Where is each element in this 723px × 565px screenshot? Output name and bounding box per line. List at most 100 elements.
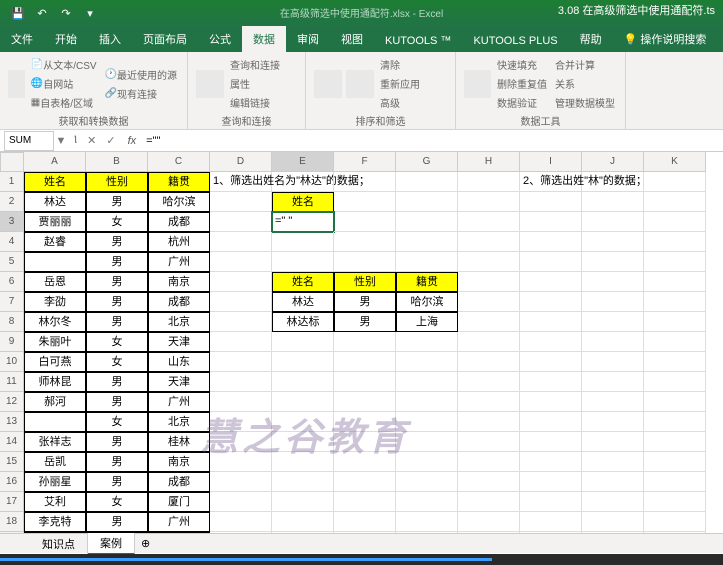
cell[interactable] (644, 472, 706, 492)
col-header-B[interactable]: B (86, 152, 148, 172)
cell[interactable] (272, 372, 334, 392)
col-header-C[interactable]: C (148, 152, 210, 172)
from-table-button[interactable]: ▦ 自表格/区域 (27, 93, 101, 112)
cell[interactable]: 北京 (148, 412, 210, 432)
cell[interactable] (644, 512, 706, 532)
properties-button[interactable]: 属性 (226, 74, 284, 93)
save-icon[interactable]: 💾 (9, 5, 27, 23)
cell[interactable]: 女 (86, 352, 148, 372)
tab-kutools[interactable]: KUTOOLS ™ (374, 30, 462, 52)
tab-kutools-plus[interactable]: KUTOOLS PLUS (462, 30, 568, 52)
cell[interactable]: 天津 (148, 372, 210, 392)
cell[interactable] (396, 252, 458, 272)
tell-me-search[interactable]: 💡 操作说明搜索 (613, 26, 718, 52)
cell[interactable] (458, 252, 520, 272)
sheet-tab-knowledge[interactable]: 知识点 (30, 534, 88, 554)
cell[interactable]: 李克特 (24, 512, 86, 532)
cell[interactable] (272, 352, 334, 372)
cell[interactable]: 姓名 (272, 192, 334, 212)
flash-fill-button[interactable]: 快速填充 (493, 55, 551, 74)
cell[interactable] (272, 392, 334, 412)
tab-insert[interactable]: 插入 (88, 26, 132, 52)
cell[interactable] (644, 332, 706, 352)
cell[interactable] (582, 472, 644, 492)
cell[interactable]: 山东 (148, 352, 210, 372)
cell[interactable]: 男 (86, 472, 148, 492)
row-header-11[interactable]: 11 (0, 372, 24, 392)
cell[interactable] (334, 212, 396, 232)
cell[interactable]: 女 (86, 492, 148, 512)
cell[interactable] (582, 412, 644, 432)
cell[interactable] (458, 452, 520, 472)
cell[interactable] (396, 452, 458, 472)
select-all-corner[interactable] (0, 152, 24, 172)
cell[interactable]: 南京 (148, 452, 210, 472)
cell[interactable] (396, 192, 458, 212)
row-header-7[interactable]: 7 (0, 292, 24, 312)
cell[interactable] (334, 412, 396, 432)
cell[interactable] (272, 472, 334, 492)
tab-data[interactable]: 数据 (242, 26, 286, 52)
cell[interactable] (396, 412, 458, 432)
name-box[interactable]: SUM (4, 131, 54, 151)
sheet-tab-example[interactable]: 案例 (88, 533, 135, 555)
cell[interactable]: 男 (86, 312, 148, 332)
cell[interactable] (396, 492, 458, 512)
cell[interactable] (24, 252, 86, 272)
cell[interactable]: 女 (86, 412, 148, 432)
cell[interactable] (644, 192, 706, 212)
cell[interactable] (334, 332, 396, 352)
cell[interactable] (458, 472, 520, 492)
get-data-icon[interactable] (8, 70, 25, 98)
cell[interactable] (644, 272, 706, 292)
cell[interactable]: 男 (86, 392, 148, 412)
cell[interactable] (644, 392, 706, 412)
cell[interactable] (582, 372, 644, 392)
cell[interactable]: 籍贯 (148, 172, 210, 192)
cell[interactable] (644, 452, 706, 472)
cell[interactable] (582, 452, 644, 472)
col-header-I[interactable]: I (520, 152, 582, 172)
cell[interactable]: 广州 (148, 392, 210, 412)
cell[interactable] (520, 332, 582, 352)
cell[interactable] (644, 212, 706, 232)
cell[interactable]: 男 (86, 232, 148, 252)
remove-dup-button[interactable]: 删除重复值 (493, 74, 551, 93)
cell[interactable] (334, 392, 396, 412)
cell[interactable] (644, 252, 706, 272)
cell[interactable] (210, 412, 272, 432)
cell[interactable] (210, 332, 272, 352)
cell[interactable] (272, 252, 334, 272)
cell[interactable] (210, 272, 272, 292)
cell[interactable] (458, 332, 520, 352)
cell[interactable]: 女 (86, 212, 148, 232)
formula-input[interactable] (142, 131, 723, 151)
row-header-1[interactable]: 1 (0, 172, 24, 192)
cell[interactable]: 林达 (24, 192, 86, 212)
cell[interactable] (582, 192, 644, 212)
cell[interactable]: 籍贯 (396, 272, 458, 292)
cell[interactable] (582, 312, 644, 332)
cell[interactable] (334, 472, 396, 492)
undo-icon[interactable]: ↶ (33, 5, 51, 23)
col-header-J[interactable]: J (582, 152, 644, 172)
cell[interactable]: 南京 (148, 272, 210, 292)
cell[interactable] (210, 212, 272, 232)
cell[interactable] (210, 452, 272, 472)
cell[interactable]: 厦门 (148, 492, 210, 512)
row-header-8[interactable]: 8 (0, 312, 24, 332)
cell[interactable]: 桂林 (148, 432, 210, 452)
cell[interactable] (644, 412, 706, 432)
cell[interactable] (334, 252, 396, 272)
filter-icon[interactable] (346, 70, 374, 98)
cell[interactable] (520, 292, 582, 312)
cell[interactable]: 姓名 (272, 272, 334, 292)
cell[interactable] (458, 352, 520, 372)
cell[interactable] (210, 492, 272, 512)
cell[interactable] (396, 332, 458, 352)
tab-formula[interactable]: 公式 (198, 26, 242, 52)
add-sheet-icon[interactable]: ⊕ (135, 537, 156, 550)
cell[interactable] (210, 472, 272, 492)
cell[interactable] (582, 352, 644, 372)
reapply-button[interactable]: 重新应用 (376, 74, 424, 93)
